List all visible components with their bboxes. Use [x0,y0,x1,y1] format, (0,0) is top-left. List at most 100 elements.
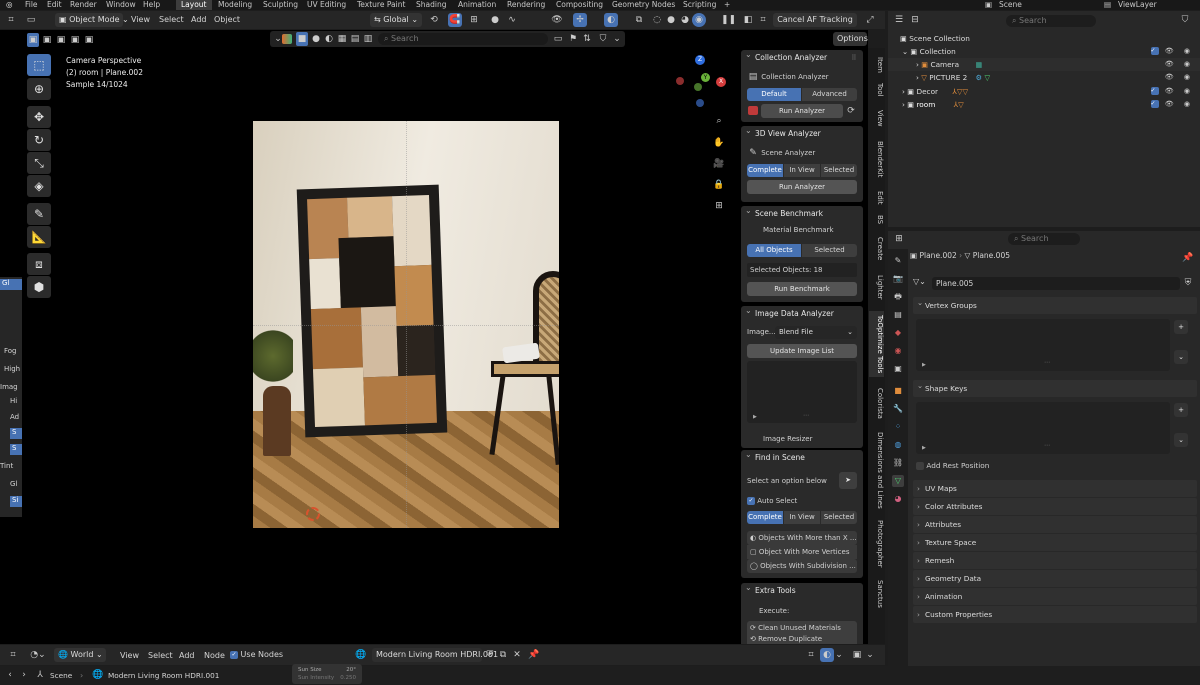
gizmo-y-axis[interactable]: Y [701,73,710,82]
drag-handle-icon[interactable]: ⠿ [849,51,859,65]
camera-icon[interactable]: 🎥 [712,157,726,171]
menu-object[interactable]: Object [214,15,240,24]
tab-dimensions-and-lines[interactable]: Dimensions and Lines [869,429,884,511]
pin-icon[interactable]: 📌 [1182,251,1194,265]
filter-box-icon[interactable]: ▭ [552,32,564,46]
unlink-icon[interactable]: ✕ [511,648,523,662]
cancel-af-tracking-button[interactable]: Cancel AF Tracking [773,13,857,27]
move-tool-icon[interactable]: ✥ [27,106,51,128]
annotate-tool-icon[interactable]: ✎ [27,203,51,225]
tab-blenderkit[interactable]: BlenderKit [869,136,884,182]
list-expand-icon[interactable]: ▶ [753,414,757,420]
mesh-data-props-icon[interactable]: ▽ [892,475,904,487]
properties-editor-icon[interactable]: ⊞ [892,232,906,246]
default-segment[interactable]: Default [747,88,801,101]
vertex-group-menu-icon[interactable]: ⌄ [1174,350,1188,364]
auto-select-checkbox[interactable]: ✓ [747,497,755,505]
status-scene[interactable]: Scene [50,671,72,680]
section-texture-space[interactable]: Texture Space [913,534,1197,551]
menu-window[interactable]: Window [106,0,136,10]
shading-wireframe-icon[interactable]: ◌ [650,13,664,27]
select-extend-icon[interactable]: ▣ [41,33,53,47]
find-option-subdivision[interactable]: ◯ Objects With Subdivision ... [747,559,857,573]
use-nodes-checkbox[interactable]: ✓ [230,650,238,659]
object-props-icon[interactable]: ■ [892,385,904,397]
gizmo-neg-z[interactable] [696,99,704,107]
menu-help[interactable]: Help [143,0,160,10]
clean-unused-materials-button[interactable]: ⟳ Clean Unused Materials [747,621,857,635]
tab-lighter[interactable]: Lighter [869,272,884,302]
visibility-icon[interactable]: 👁 [550,13,564,27]
add-shape-key-icon[interactable]: + [1174,403,1188,417]
shading-material-icon[interactable]: ◕ [678,13,692,27]
tab-create[interactable]: Create [869,234,884,264]
overlay-node-icon[interactable]: ◐ [820,648,834,662]
overlay-toggle-icon[interactable]: ◐ [604,13,618,27]
forward-icon[interactable]: › [18,668,30,682]
node-menu-node[interactable]: Node [204,651,225,660]
asset-brush-icon[interactable]: ▤ [349,32,361,46]
gizmo-neg-x[interactable] [676,77,684,85]
tab-sculpting[interactable]: Sculpting [263,0,298,10]
fake-user-shield-icon[interactable]: ⛨ [1182,276,1194,290]
tab-rendering[interactable]: Rendering [507,0,545,10]
include-checkbox[interactable]: ✓ [1150,100,1159,108]
output-props-icon[interactable]: 🖶 [892,291,904,303]
mesh-datablock-icon[interactable]: ▽⌄ [913,277,926,286]
menu-edit[interactable]: Edit [47,0,62,10]
section-color-attributes[interactable]: Color Attributes [913,498,1197,515]
pin-icon[interactable]: 📌 [528,648,540,662]
tab-shading[interactable]: Shading [416,0,446,10]
node-menu-view[interactable]: View [120,651,139,660]
in-view-segment[interactable]: In View [784,164,820,177]
all-objects-segment[interactable]: All Objects [747,244,801,257]
row-visibility-icons[interactable]: 👁 ◉ [1165,71,1194,84]
gizmo-x-axis[interactable]: X [716,77,726,87]
row-visibility-icons[interactable]: ✓ 👁 ◉ [1150,45,1194,58]
measure-tool-icon[interactable]: 📐 [27,226,51,248]
menu-render[interactable]: Render [70,0,97,10]
outliner-camera[interactable]: › ▣ Camera ▦ 👁 ◉ [888,58,1200,71]
snap-icon[interactable]: 🧲 [448,13,462,27]
outliner-editor-icon[interactable]: ☰ [892,13,906,27]
tab-animation[interactable]: Animation [458,0,496,10]
bookmark-icon[interactable]: ⚑ [567,32,579,46]
update-image-list-button[interactable]: Update Image List [747,344,857,358]
status-world[interactable]: Modern Living Room HDRI.001 [108,671,219,680]
find-in-view-segment[interactable]: In View [784,511,820,524]
fullscreen-icon[interactable]: ⤢ [863,13,877,27]
row-visibility-icons[interactable]: ✓ 👁 ◉ [1150,98,1194,111]
shader-type-dropdown[interactable]: 🌐 World ⌄ [54,648,106,662]
snap-node-icon[interactable]: ⌗ [804,648,818,662]
proportional-icon[interactable]: ● [488,13,502,27]
world-name-field[interactable]: Modern Living Room HDRI.001 [372,648,498,662]
pan-hand-icon[interactable]: ✋ [712,136,726,150]
tab-texture-paint[interactable]: Texture Paint [357,0,405,10]
row-visibility-icons[interactable]: 👁 ◉ [1165,58,1194,71]
node-menu-add[interactable]: Add [179,651,195,660]
asset-search-input[interactable]: ⌕ Search [378,33,548,45]
list-expand-icon[interactable]: ▶ [922,362,926,368]
image-list[interactable] [747,361,857,423]
scene-benchmark-header[interactable]: Scene Benchmark [741,203,863,222]
image-source-dropdown[interactable]: Blend File ⌄ [775,326,857,339]
collection-props-icon[interactable]: ▣ [892,363,904,375]
include-checkbox[interactable]: ✓ [1150,47,1159,55]
node-editor-icon[interactable]: ⌗ [6,648,20,662]
mesh-name-field[interactable]: Plane.005 [932,277,1180,290]
tab-uv-editing[interactable]: UV Editing [307,0,346,10]
add-rest-position-row[interactable]: Add Rest Position [916,461,989,470]
row-visibility-icons[interactable]: ✓ 👁 ◉ [1150,85,1194,98]
clipped-button[interactable]: S [10,428,22,439]
chevron-down-icon[interactable]: ⌄ [834,648,844,662]
navigation-gizmo[interactable]: Z X Y [676,55,732,113]
backdrop-icon[interactable]: ▣ [850,648,864,662]
image-data-analyzer-header[interactable]: Image Data Analyzer [741,303,863,322]
render-icon[interactable]: ◧ [741,13,755,27]
section-vertex-groups[interactable]: Vertex Groups [913,294,1197,314]
pivot-icon[interactable]: ⟲ [427,13,441,27]
physics-props-icon[interactable]: ◍ [892,439,904,451]
sun-settings-popup[interactable]: Sun Size 20° Sun Intensity 0.250 [292,664,362,684]
tab-scripting[interactable]: Scripting [683,0,716,10]
find-option-more-than-x[interactable]: ◐ Objects With More than X ... [747,531,857,545]
